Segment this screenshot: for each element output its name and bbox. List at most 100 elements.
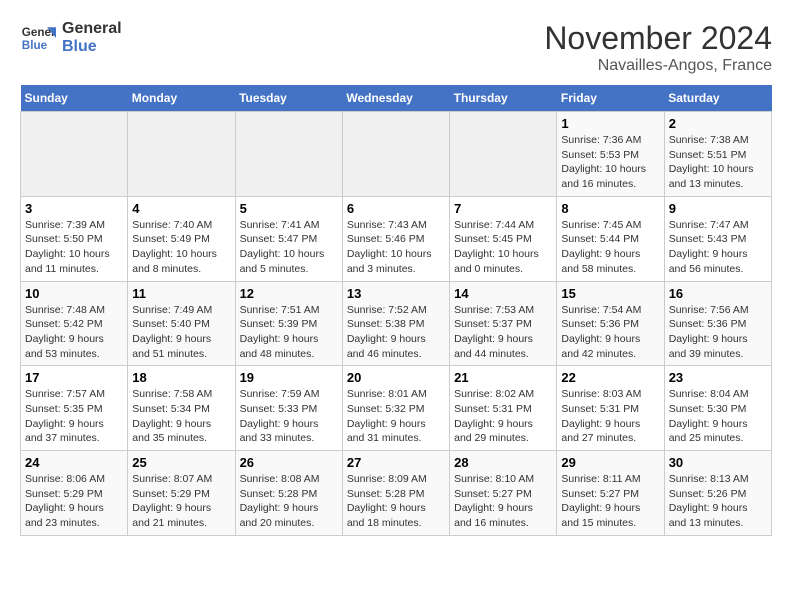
calendar-cell xyxy=(21,112,128,197)
calendar-week-2: 3Sunrise: 7:39 AM Sunset: 5:50 PM Daylig… xyxy=(21,196,772,281)
weekday-header-thursday: Thursday xyxy=(450,85,557,112)
day-info: Sunrise: 7:51 AM Sunset: 5:39 PM Dayligh… xyxy=(240,303,338,362)
calendar-cell: 10Sunrise: 7:48 AM Sunset: 5:42 PM Dayli… xyxy=(21,281,128,366)
day-number: 3 xyxy=(25,201,123,216)
day-number: 7 xyxy=(454,201,552,216)
day-number: 12 xyxy=(240,286,338,301)
calendar-cell: 2 Sunrise: 7:38 AM Sunset: 5:51 PM Daylig… xyxy=(664,112,771,197)
location: Navailles-Angos, France xyxy=(544,57,772,75)
calendar-cell: 20 Sunrise: 8:01 AM Sunset: 5:32 PM Dayli… xyxy=(342,366,449,451)
weekday-header-monday: Monday xyxy=(128,85,235,112)
day-number: 27 xyxy=(347,455,445,470)
day-number: 25 xyxy=(132,455,230,470)
logo: General Blue General Blue xyxy=(20,20,122,56)
day-info: Sunrise: 7:53 AM Sunset: 5:37 PM Dayligh… xyxy=(454,303,552,362)
day-number: 2 xyxy=(669,116,767,131)
day-info: Sunrise: 8:13 AM Sunset: 5:26 PM Dayligh… xyxy=(669,472,767,531)
calendar-cell: 8 Sunrise: 7:45 AM Sunset: 5:44 PM Daylig… xyxy=(557,196,664,281)
day-info: Sunrise: 7:52 AM Sunset: 5:38 PM Dayligh… xyxy=(347,303,445,362)
calendar-week-5: 24Sunrise: 8:06 AM Sunset: 5:29 PM Dayli… xyxy=(21,451,772,536)
calendar-cell: 17 Sunrise: 7:57 AM Sunset: 5:35 PM Dayli… xyxy=(21,366,128,451)
day-number: 5 xyxy=(240,201,338,216)
calendar-cell: 16Sunrise: 7:56 AM Sunset: 5:36 PM Dayli… xyxy=(664,281,771,366)
calendar-cell: 5 Sunrise: 7:41 AM Sunset: 5:47 PM Daylig… xyxy=(235,196,342,281)
logo-general: General xyxy=(62,20,122,38)
day-number: 17 xyxy=(25,370,123,385)
calendar-cell: 11 Sunrise: 7:49 AM Sunset: 5:40 PM Dayli… xyxy=(128,281,235,366)
day-info: Sunrise: 7:57 AM Sunset: 5:35 PM Dayligh… xyxy=(25,387,123,446)
day-info: Sunrise: 8:03 AM Sunset: 5:31 PM Dayligh… xyxy=(561,387,659,446)
day-info: Sunrise: 7:36 AM Sunset: 5:53 PM Dayligh… xyxy=(561,133,659,192)
day-info: Sunrise: 8:09 AM Sunset: 5:28 PM Dayligh… xyxy=(347,472,445,531)
day-number: 26 xyxy=(240,455,338,470)
calendar-cell xyxy=(235,112,342,197)
day-number: 10 xyxy=(25,286,123,301)
day-info: Sunrise: 8:06 AM Sunset: 5:29 PM Dayligh… xyxy=(25,472,123,531)
title-area: November 2024 Navailles-Angos, France xyxy=(544,20,772,75)
calendar-table: SundayMondayTuesdayWednesdayThursdayFrid… xyxy=(20,85,772,536)
weekday-header-sunday: Sunday xyxy=(21,85,128,112)
day-info: Sunrise: 8:02 AM Sunset: 5:31 PM Dayligh… xyxy=(454,387,552,446)
day-number: 23 xyxy=(669,370,767,385)
day-info: Sunrise: 8:11 AM Sunset: 5:27 PM Dayligh… xyxy=(561,472,659,531)
day-number: 21 xyxy=(454,370,552,385)
day-number: 4 xyxy=(132,201,230,216)
day-number: 11 xyxy=(132,286,230,301)
day-number: 18 xyxy=(132,370,230,385)
calendar-week-4: 17 Sunrise: 7:57 AM Sunset: 5:35 PM Dayli… xyxy=(21,366,772,451)
weekday-header-tuesday: Tuesday xyxy=(235,85,342,112)
day-number: 20 xyxy=(347,370,445,385)
logo-blue: Blue xyxy=(62,38,122,56)
day-info: Sunrise: 7:45 AM Sunset: 5:44 PM Dayligh… xyxy=(561,218,659,277)
calendar-cell: 25 Sunrise: 8:07 AM Sunset: 5:29 PM Dayli… xyxy=(128,451,235,536)
day-info: Sunrise: 8:01 AM Sunset: 5:32 PM Dayligh… xyxy=(347,387,445,446)
day-info: Sunrise: 7:43 AM Sunset: 5:46 PM Dayligh… xyxy=(347,218,445,277)
day-number: 29 xyxy=(561,455,659,470)
calendar-cell xyxy=(128,112,235,197)
day-info: Sunrise: 8:10 AM Sunset: 5:27 PM Dayligh… xyxy=(454,472,552,531)
calendar-cell: 28Sunrise: 8:10 AM Sunset: 5:27 PM Dayli… xyxy=(450,451,557,536)
day-info: Sunrise: 7:40 AM Sunset: 5:49 PM Dayligh… xyxy=(132,218,230,277)
calendar-cell: 27 Sunrise: 8:09 AM Sunset: 5:28 PM Dayli… xyxy=(342,451,449,536)
month-title: November 2024 xyxy=(544,20,772,57)
day-info: Sunrise: 8:07 AM Sunset: 5:29 PM Dayligh… xyxy=(132,472,230,531)
calendar-week-1: 1 Sunrise: 7:36 AM Sunset: 5:53 PM Daylig… xyxy=(21,112,772,197)
day-info: Sunrise: 8:04 AM Sunset: 5:30 PM Dayligh… xyxy=(669,387,767,446)
day-info: Sunrise: 7:59 AM Sunset: 5:33 PM Dayligh… xyxy=(240,387,338,446)
day-info: Sunrise: 8:08 AM Sunset: 5:28 PM Dayligh… xyxy=(240,472,338,531)
day-number: 1 xyxy=(561,116,659,131)
svg-text:Blue: Blue xyxy=(22,39,48,52)
calendar-cell: 12 Sunrise: 7:51 AM Sunset: 5:39 PM Dayli… xyxy=(235,281,342,366)
calendar-cell: 22 Sunrise: 8:03 AM Sunset: 5:31 PM Dayli… xyxy=(557,366,664,451)
calendar-cell: 15Sunrise: 7:54 AM Sunset: 5:36 PM Dayli… xyxy=(557,281,664,366)
calendar-cell: 7Sunrise: 7:44 AM Sunset: 5:45 PM Daylig… xyxy=(450,196,557,281)
day-number: 9 xyxy=(669,201,767,216)
day-info: Sunrise: 7:49 AM Sunset: 5:40 PM Dayligh… xyxy=(132,303,230,362)
day-info: Sunrise: 7:38 AM Sunset: 5:51 PM Dayligh… xyxy=(669,133,767,192)
day-number: 19 xyxy=(240,370,338,385)
weekday-header-row: SundayMondayTuesdayWednesdayThursdayFrid… xyxy=(21,85,772,112)
day-info: Sunrise: 7:54 AM Sunset: 5:36 PM Dayligh… xyxy=(561,303,659,362)
calendar-cell: 29 Sunrise: 8:11 AM Sunset: 5:27 PM Dayli… xyxy=(557,451,664,536)
calendar-cell: 24Sunrise: 8:06 AM Sunset: 5:29 PM Dayli… xyxy=(21,451,128,536)
calendar-cell: 6 Sunrise: 7:43 AM Sunset: 5:46 PM Daylig… xyxy=(342,196,449,281)
calendar-cell: 1 Sunrise: 7:36 AM Sunset: 5:53 PM Daylig… xyxy=(557,112,664,197)
calendar-cell: 23 Sunrise: 8:04 AM Sunset: 5:30 PM Dayli… xyxy=(664,366,771,451)
day-info: Sunrise: 7:58 AM Sunset: 5:34 PM Dayligh… xyxy=(132,387,230,446)
logo-icon: General Blue xyxy=(20,20,56,56)
calendar-cell xyxy=(450,112,557,197)
day-number: 22 xyxy=(561,370,659,385)
calendar-cell: 30Sunrise: 8:13 AM Sunset: 5:26 PM Dayli… xyxy=(664,451,771,536)
calendar-cell: 9 Sunrise: 7:47 AM Sunset: 5:43 PM Daylig… xyxy=(664,196,771,281)
day-number: 14 xyxy=(454,286,552,301)
weekday-header-saturday: Saturday xyxy=(664,85,771,112)
day-info: Sunrise: 7:47 AM Sunset: 5:43 PM Dayligh… xyxy=(669,218,767,277)
day-number: 8 xyxy=(561,201,659,216)
calendar-week-3: 10Sunrise: 7:48 AM Sunset: 5:42 PM Dayli… xyxy=(21,281,772,366)
calendar-cell xyxy=(342,112,449,197)
day-info: Sunrise: 7:41 AM Sunset: 5:47 PM Dayligh… xyxy=(240,218,338,277)
day-number: 6 xyxy=(347,201,445,216)
calendar-cell: 3Sunrise: 7:39 AM Sunset: 5:50 PM Daylig… xyxy=(21,196,128,281)
calendar-cell: 13Sunrise: 7:52 AM Sunset: 5:38 PM Dayli… xyxy=(342,281,449,366)
calendar-cell: 21 Sunrise: 8:02 AM Sunset: 5:31 PM Dayli… xyxy=(450,366,557,451)
